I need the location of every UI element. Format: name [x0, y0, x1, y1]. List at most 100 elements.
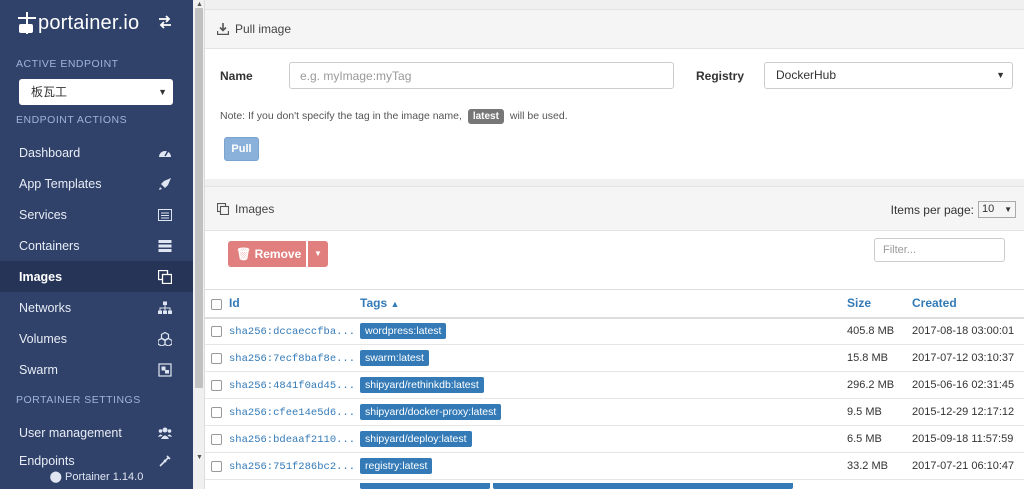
image-created: 2017-08-18 03:00:01: [912, 317, 1024, 345]
image-tag: shipyard/deploy:latest: [360, 431, 472, 447]
sidebar-item-user-management[interactable]: User management: [0, 417, 193, 448]
note-prefix: Note: If you don't specify the tag in th…: [220, 110, 462, 122]
table-row: sha256:4841f0ad45... shipyard/rethinkdb:…: [205, 371, 1024, 399]
sidebar-item-networks[interactable]: Networks: [0, 292, 193, 323]
pull-image-form: Name Registry DockerHub ▼ Note: If you d…: [205, 49, 1024, 179]
tag-note: Note: If you don't specify the tag in th…: [220, 109, 568, 124]
column-tags[interactable]: Tags ▲: [360, 289, 847, 319]
image-name-input[interactable]: [289, 62, 674, 89]
image-id-link[interactable]: sha256:cfee14e5d6...: [229, 407, 355, 419]
image-id-link[interactable]: sha256:7ecf8baf8e...: [229, 353, 355, 365]
main-content: Pull image Name Registry DockerHub ▼ Not…: [205, 0, 1024, 489]
image-tag: shipyard/rethinkdb:latest: [360, 377, 484, 393]
row-checkbox[interactable]: [211, 325, 222, 337]
remove-dropdown-toggle[interactable]: ▼: [308, 241, 328, 267]
sidebar-item-images[interactable]: Images: [0, 261, 193, 292]
sidebar-item-app-templates[interactable]: App Templates: [0, 168, 193, 199]
portainer-logo-icon: [18, 12, 36, 34]
sort-asc-icon: ▲: [390, 299, 400, 310]
items-per-page-value: 10: [982, 203, 995, 215]
column-tags-label: Tags: [360, 296, 388, 311]
image-created: 2015-09-18 11:57:59: [912, 425, 1024, 453]
images-toolbar: 🗑 Remove ▼: [205, 231, 1024, 289]
download-icon: [217, 23, 229, 35]
active-endpoint-title: ACTIVE ENDPOINT: [16, 58, 119, 70]
image-size: 6.5 MB: [847, 425, 912, 453]
github-icon[interactable]: ⬤: [50, 471, 62, 483]
portainer-settings-title: PORTAINER SETTINGS: [16, 394, 141, 406]
row-checkbox[interactable]: [211, 460, 222, 472]
image-tag: swarm:latest: [360, 350, 429, 366]
caret-down-icon: ▼: [158, 87, 167, 97]
users-icon: [158, 427, 172, 439]
row-checkbox[interactable]: [211, 379, 222, 391]
image-tag-partial: [493, 483, 793, 489]
filter-input[interactable]: [874, 238, 1005, 262]
image-size: 405.8 MB: [847, 317, 912, 345]
version-footer: ⬤ Portainer 1.14.0: [0, 469, 193, 489]
pull-image-header: Pull image: [205, 10, 1024, 49]
tachometer-icon: [159, 150, 171, 157]
table-row: sha256:cfee14e5d6... shipyard/docker-pro…: [205, 398, 1024, 426]
row-checkbox[interactable]: [211, 406, 222, 418]
note-suffix: will be used.: [509, 110, 568, 122]
name-label: Name: [220, 69, 253, 83]
row-checkbox[interactable]: [211, 352, 222, 364]
sidebar-item-label: User management: [19, 425, 122, 440]
pull-image-panel: Pull image Name Registry DockerHub ▼ Not…: [205, 9, 1024, 179]
scroll-down-icon[interactable]: ▼: [196, 454, 203, 461]
image-id-link[interactable]: sha256:751f286bc2...: [229, 461, 355, 473]
plug-icon: [159, 455, 171, 467]
image-tag-partial: [360, 483, 490, 489]
scroll-up-icon[interactable]: ▲: [196, 1, 203, 8]
sidebar-item-endpoints[interactable]: Endpoints: [0, 448, 193, 468]
list-alt-icon: [158, 209, 172, 221]
image-created: 2017-07-21 06:10:47: [912, 452, 1024, 480]
sidebar-item-label: Dashboard: [19, 145, 81, 160]
table-row: sha256:751f286bc2... registry:latest 33.…: [205, 452, 1024, 480]
images-panel: Images Items per page: 10 ▼ 🗑 Remove ▼ F…: [205, 186, 1024, 489]
version-label: Portainer 1.14.0: [65, 471, 144, 483]
latest-badge: latest: [467, 109, 504, 124]
image-id-link[interactable]: sha256:4841f0ad45...: [229, 380, 355, 392]
table-row: sha256:dccaeccfba... wordpress:latest 40…: [205, 317, 1024, 345]
caret-down-icon: ▼: [1004, 205, 1012, 214]
column-created[interactable]: Created: [912, 289, 1024, 319]
sidebar-item-containers[interactable]: Containers: [0, 230, 193, 261]
registry-select[interactable]: DockerHub ▼: [764, 62, 1013, 89]
sidebar-item-dashboard[interactable]: Dashboard: [0, 137, 193, 168]
endpoint-select-value: 板瓦工: [31, 85, 68, 99]
registry-label: Registry: [696, 69, 745, 83]
remove-button[interactable]: 🗑 Remove: [228, 241, 306, 267]
image-id-link[interactable]: sha256:dccaeccfba...: [229, 326, 355, 338]
sidebar: portainer.io ACTIVE ENDPOINT 板瓦工 ▼ ENDPO…: [0, 0, 193, 489]
sidebar-scrollbar[interactable]: ▲ ▼: [193, 0, 205, 489]
sidebar-item-label: Endpoints: [19, 454, 75, 468]
column-id[interactable]: Id: [229, 289, 360, 319]
exchange-icon[interactable]: [157, 14, 173, 30]
image-created: 2015-06-16 02:31:45: [912, 371, 1024, 399]
sidebar-item-services[interactable]: Services: [0, 199, 193, 230]
image-size: 15.8 MB: [847, 344, 912, 372]
brand[interactable]: portainer.io: [0, 0, 193, 46]
select-all-checkbox[interactable]: [211, 298, 222, 310]
caret-down-icon: ▼: [996, 70, 1005, 80]
sidebar-item-label: Services: [19, 207, 67, 222]
pull-button[interactable]: Pull: [224, 137, 259, 161]
endpoint-select[interactable]: 板瓦工 ▼: [19, 79, 173, 105]
image-created: 2015-12-29 12:17:12: [912, 398, 1024, 426]
row-checkbox[interactable]: [211, 433, 222, 445]
cubes-icon: [158, 332, 172, 346]
image-size: 33.2 MB: [847, 452, 912, 480]
items-per-page: Items per page: 10 ▼: [891, 201, 1016, 218]
sidebar-item-volumes[interactable]: Volumes: [0, 323, 193, 354]
scrollbar-thumb[interactable]: [195, 8, 203, 388]
column-size[interactable]: Size: [847, 289, 912, 319]
image-id-link[interactable]: sha256:bdeaaf2110...: [229, 434, 355, 446]
items-per-page-select[interactable]: 10 ▼: [978, 201, 1016, 218]
clone-icon: [158, 270, 172, 284]
sidebar-item-swarm[interactable]: Swarm: [0, 354, 193, 385]
pull-image-title: Pull image: [235, 22, 292, 36]
image-tag: shipyard/docker-proxy:latest: [360, 404, 502, 420]
trash-icon: 🗑: [236, 247, 252, 261]
